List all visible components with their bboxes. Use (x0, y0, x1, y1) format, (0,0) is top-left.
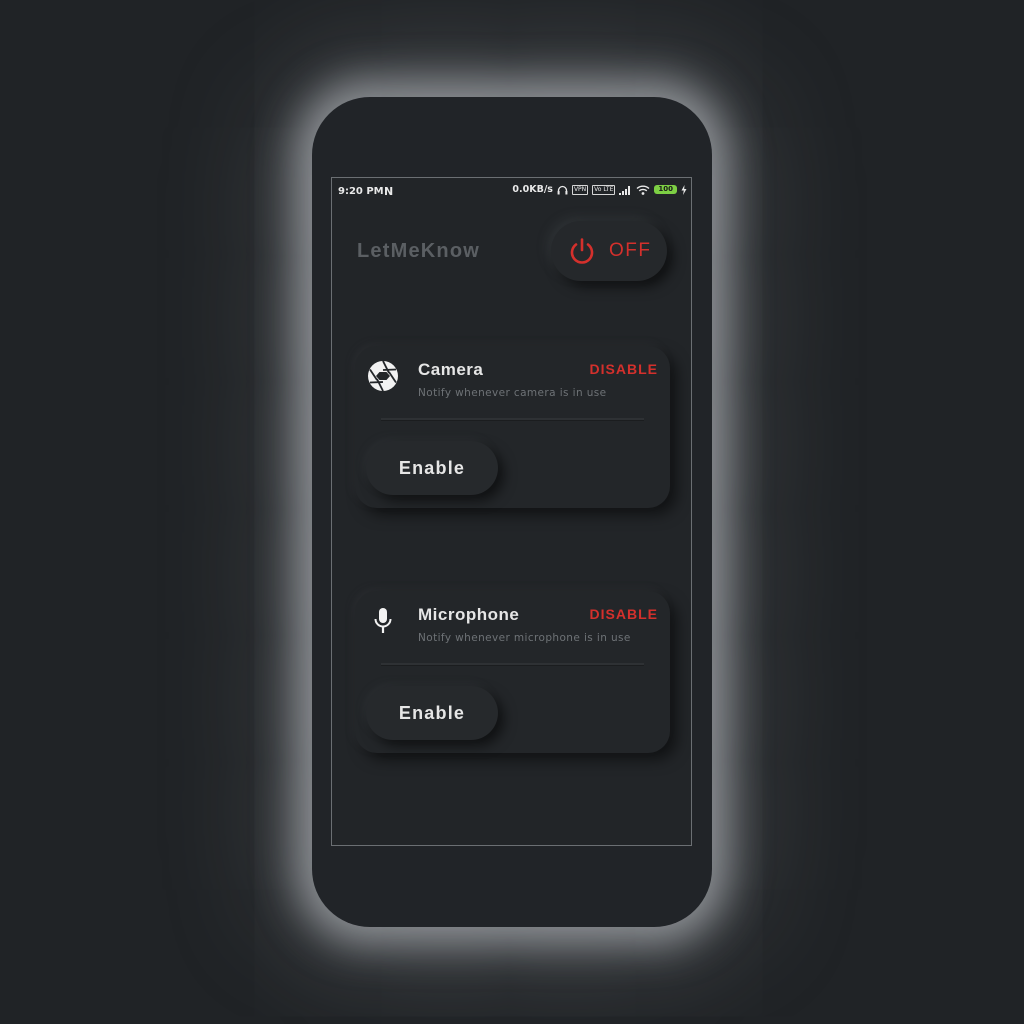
card-description-camera: Notify whenever camera is in use (418, 387, 607, 399)
wifi-icon (636, 185, 650, 195)
headphones-icon (557, 185, 568, 194)
power-state-label: OFF (609, 240, 652, 261)
volte-icon: Vo LTE (592, 184, 616, 195)
disable-camera-button[interactable]: DISABLE (590, 361, 658, 377)
card-divider (381, 663, 644, 666)
microphone-icon (374, 608, 392, 633)
enable-camera-button[interactable]: Enable (366, 441, 498, 495)
disable-microphone-button[interactable]: DISABLE (590, 606, 658, 622)
app-title: LetMeKnow (357, 240, 481, 262)
camera-aperture-icon (368, 360, 398, 392)
card-title-camera: Camera (418, 360, 484, 379)
net-speed: 0.0KB/s (512, 184, 553, 195)
microphone-card: Microphone Notify whenever microphone is… (355, 591, 670, 753)
power-toggle-button[interactable]: OFF (551, 221, 667, 281)
stage: 9:20 PM N 0.0KB/s VPN Vo LTE 100 LetMeKn… (0, 0, 1024, 1024)
camera-card: Camera Notify whenever camera is in use … (355, 346, 670, 508)
vpn-icon: VPN (571, 184, 589, 195)
signal-icon (619, 185, 631, 195)
phone-screen: 9:20 PM N 0.0KB/s VPN Vo LTE 100 LetMeKn… (331, 177, 692, 846)
status-time: 9:20 PM (338, 186, 384, 197)
battery-icon: 100 (654, 185, 677, 194)
enable-microphone-button[interactable]: Enable (366, 686, 498, 740)
status-bar: 9:20 PM N 0.0KB/s VPN Vo LTE 100 (332, 178, 691, 204)
card-description-microphone: Notify whenever microphone is in use (418, 632, 631, 644)
charging-icon (681, 184, 687, 195)
notification-icon: N (384, 185, 394, 198)
card-divider (381, 418, 644, 421)
card-title-microphone: Microphone (418, 605, 520, 624)
status-right-group: 0.0KB/s VPN Vo LTE 100 (512, 184, 687, 195)
power-icon (570, 238, 594, 264)
